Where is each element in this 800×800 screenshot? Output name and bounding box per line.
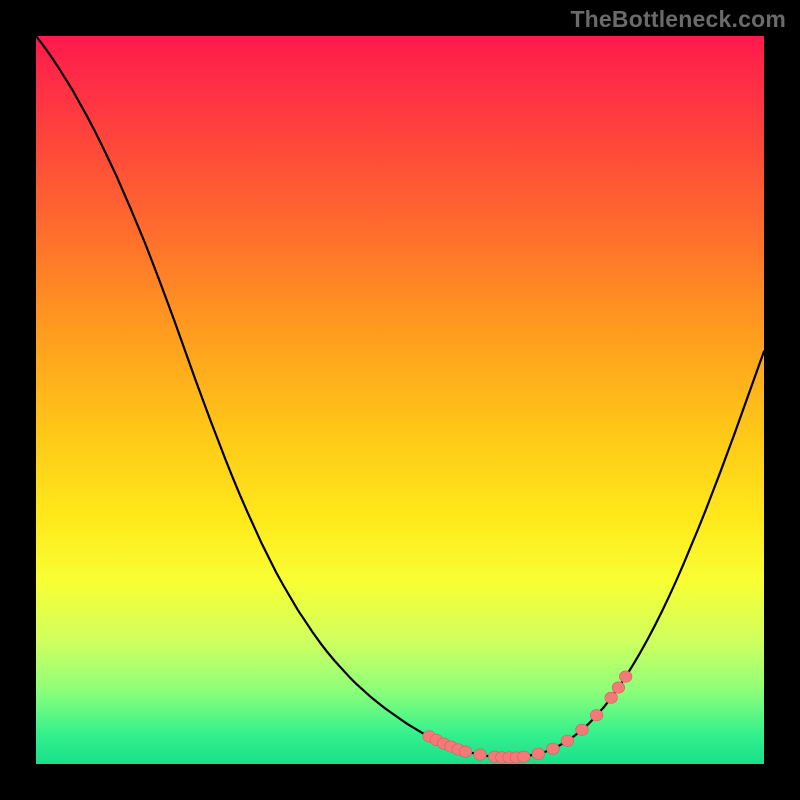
sample-marker — [561, 735, 574, 746]
sample-marker — [547, 743, 560, 754]
bottleneck-curve — [36, 36, 764, 757]
sample-marker — [619, 671, 632, 682]
sample-marker — [605, 692, 618, 703]
sample-marker — [459, 746, 472, 757]
sample-marker — [576, 724, 589, 735]
sample-marker — [590, 710, 603, 721]
sample-marker — [474, 749, 487, 760]
plot-area — [36, 36, 764, 764]
watermark: TheBottleneck.com — [570, 6, 786, 33]
sample-marker — [517, 751, 530, 762]
sample-marker — [612, 682, 625, 693]
chart-container: TheBottleneck.com — [0, 0, 800, 800]
plot-frame — [30, 30, 770, 770]
sample-marker — [532, 748, 545, 759]
curve-layer — [36, 36, 764, 764]
sample-markers — [423, 671, 632, 763]
